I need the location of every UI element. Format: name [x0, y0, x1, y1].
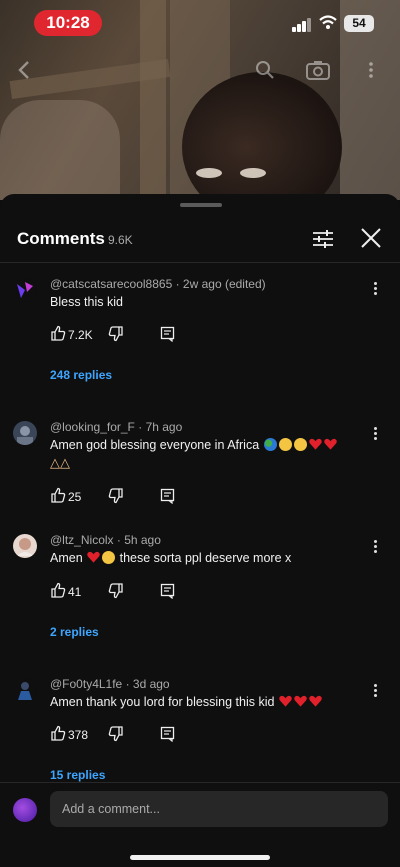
- comment-more-icon[interactable]: [368, 281, 382, 297]
- more-vert-icon[interactable]: [366, 60, 376, 80]
- drag-handle[interactable]: [180, 203, 222, 207]
- user-avatar[interactable]: [13, 798, 37, 822]
- red-heart-emoji-icon: [323, 438, 337, 450]
- comment-author[interactable]: @catscatsarecool8865: [50, 277, 172, 291]
- reply-icon[interactable]: [160, 488, 176, 504]
- comment-text: Bless this kid: [50, 295, 123, 309]
- dislike-icon[interactable]: [108, 326, 124, 342]
- comment-text: Amen thank you lord for blessing this ki…: [50, 693, 350, 711]
- avatar[interactable]: [13, 421, 37, 445]
- crying-face-emoji-icon: [278, 438, 292, 451]
- red-heart-emoji-icon: [294, 695, 307, 707]
- add-comment-bar: Add a comment...: [0, 782, 400, 867]
- comment-actions: 25: [48, 487, 248, 507]
- comment-actions: 7.2K: [48, 325, 248, 345]
- comment-author[interactable]: @Fo0ty4L1fe: [50, 677, 122, 691]
- comment-actions: 378: [48, 725, 248, 745]
- video-scene-shape: [0, 100, 120, 200]
- like-icon[interactable]: [50, 325, 66, 341]
- comment-text: Amen these sorta ppl deserve more x: [50, 549, 350, 567]
- cellular-signal-icon: [292, 18, 312, 32]
- comment-age: 5h ago: [124, 533, 161, 547]
- like-icon[interactable]: [50, 725, 66, 741]
- red-heart-emoji-icon: [308, 438, 322, 450]
- comment-meta: @ltz_Nicolx · 5h ago: [50, 533, 161, 547]
- reply-icon[interactable]: [160, 583, 176, 599]
- close-icon[interactable]: [360, 227, 382, 249]
- view-replies-link[interactable]: 15 replies: [50, 768, 105, 782]
- comment-meta: @Fo0ty4L1fe · 3d ago: [50, 677, 170, 691]
- wifi-icon: [319, 15, 337, 29]
- red-heart-emoji-icon: [279, 695, 292, 707]
- avatar[interactable]: [13, 534, 37, 558]
- status-time: 10:28: [34, 10, 102, 36]
- comments-header: Comments 9.6K: [0, 218, 400, 262]
- header-divider: [0, 262, 400, 263]
- view-replies-link[interactable]: 248 replies: [50, 368, 112, 382]
- comment-age: 7h ago: [145, 420, 183, 434]
- camera-icon[interactable]: [306, 60, 330, 80]
- comment-age: 3d ago: [132, 677, 170, 691]
- comment-actions: 41: [48, 582, 248, 602]
- comment-more-icon[interactable]: [368, 426, 382, 442]
- add-comment-input[interactable]: Add a comment...: [50, 791, 388, 827]
- reply-icon[interactable]: [160, 326, 176, 342]
- view-replies-link[interactable]: 2 replies: [50, 625, 99, 639]
- dislike-icon[interactable]: [108, 488, 124, 504]
- comments-title: Comments: [17, 229, 105, 248]
- praying-hands-emoji-icon: △△: [50, 455, 70, 470]
- dislike-icon[interactable]: [108, 726, 124, 742]
- avatar[interactable]: [13, 278, 37, 302]
- like-count: 25: [68, 490, 82, 504]
- globe-emoji-icon: [263, 438, 277, 451]
- like-count: 7.2K: [68, 328, 93, 342]
- pleading-face-emoji-icon: [102, 551, 116, 564]
- dislike-icon[interactable]: [108, 583, 124, 599]
- like-count: 41: [68, 585, 82, 599]
- back-arrow-icon[interactable]: [16, 60, 32, 80]
- comment-meta: @catscatsarecool8865 · 2w ago (edited): [50, 277, 266, 291]
- red-heart-emoji-icon: [309, 695, 322, 707]
- like-icon[interactable]: [50, 582, 66, 598]
- comment-text-body: Amen god blessing everyone in Africa: [50, 438, 260, 452]
- comment-more-icon[interactable]: [368, 539, 382, 555]
- like-icon[interactable]: [50, 487, 66, 503]
- comments-count: 9.6K: [108, 233, 133, 247]
- status-bar: 10:28 54: [0, 0, 400, 44]
- comment-text-start: Amen: [50, 551, 83, 565]
- comment-author[interactable]: @ltz_Nicolx: [50, 533, 114, 547]
- like-count: 378: [68, 728, 89, 742]
- comment-meta: @looking_for_F · 7h ago: [50, 420, 183, 434]
- video-subject-eye: [196, 168, 222, 178]
- reply-icon[interactable]: [160, 726, 176, 742]
- home-indicator[interactable]: [130, 855, 270, 860]
- video-subject-eye: [240, 168, 266, 178]
- comment-text-body: Amen thank you lord for blessing this ki…: [50, 695, 275, 709]
- battery-indicator: 54: [344, 15, 374, 32]
- crying-face-emoji-icon: [293, 438, 307, 451]
- avatar[interactable]: [13, 678, 37, 702]
- search-icon[interactable]: [255, 60, 275, 80]
- filter-icon[interactable]: [312, 228, 334, 250]
- comment-author[interactable]: @looking_for_F: [50, 420, 135, 434]
- comment-age: 2w ago (edited): [182, 277, 266, 291]
- red-heart-emoji-icon: [87, 551, 100, 563]
- comment-text-end: these sorta ppl deserve more x: [119, 551, 292, 565]
- comment-more-icon[interactable]: [368, 683, 382, 699]
- comment-text: Amen god blessing everyone in Africa △△: [50, 436, 350, 472]
